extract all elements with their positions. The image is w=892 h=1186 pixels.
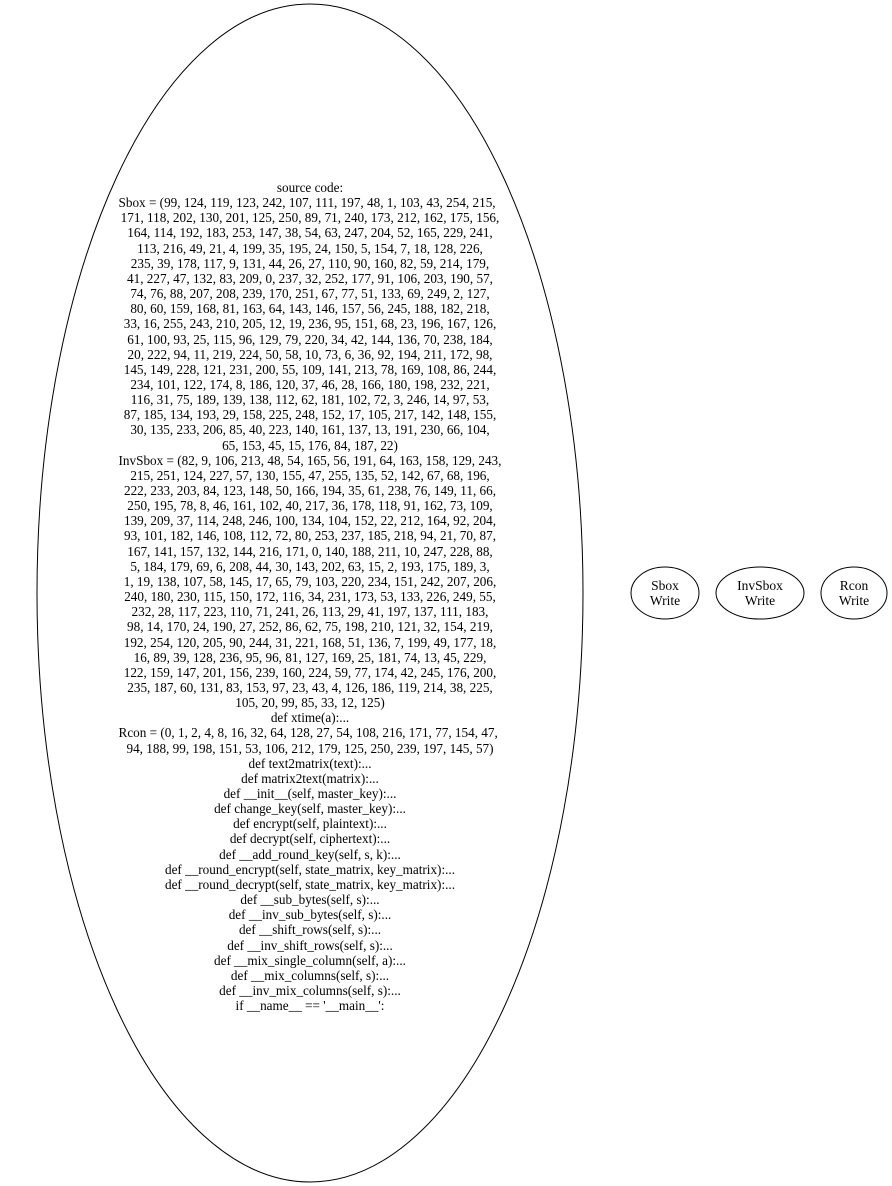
code-line: def __init__(self, master_key):... [223,786,397,801]
code-line: 94, 188, 99, 198, 151, 53, 106, 212, 179… [126,740,494,756]
code-line: 65, 153, 45, 15, 176, 84, 187, 22) [222,437,398,453]
code-line: if __name__ == '__main__': [235,998,385,1014]
code-line: def __mix_columns(self, s):... [230,967,390,983]
code-line: def matrix2text(matrix):... [241,770,379,786]
code-line: 20, 222, 94, 11, 219, 224, 50, 58, 10, 7… [127,346,493,362]
code-line: 87, 185, 134, 193, 29, 158, 225, 248, 15… [123,407,497,423]
code-line: 167, 141, 157, 132, 144, 216, 171, 0, 14… [127,543,493,559]
code-line: 145, 149, 228, 121, 231, 200, 55, 109, 1… [123,361,497,377]
code-line: def decrypt(self, ciphertext):... [229,831,391,847]
code-line: source code: [276,180,344,195]
code-line: 232, 28, 117, 223, 110, 71, 241, 26, 113… [131,604,489,620]
code-line: 164, 114, 192, 183, 253, 147, 38, 54, 63… [127,225,493,241]
code-line: 5, 184, 179, 69, 6, 208, 44, 30, 143, 20… [130,558,490,574]
code-line: 235, 39, 178, 117, 9, 131, 44, 26, 27, 1… [130,255,490,271]
code-line: 215, 251, 124, 227, 57, 130, 155, 47, 25… [130,467,490,483]
code-line: 234, 101, 122, 174, 8, 186, 120, 37, 46,… [130,376,490,392]
rcon-write-label-line2: Write [839,593,869,608]
code-line: def text2matrix(text):... [248,755,372,771]
rcon-write-label-line1: Rcon [840,578,869,593]
sbox-write-label-line2: Write [650,593,680,608]
code-line: 33, 16, 255, 243, 210, 205, 12, 19, 236,… [123,316,497,332]
code-line: 240, 180, 230, 115, 150, 172, 116, 34, 2… [124,589,496,605]
code-line: 98, 14, 170, 24, 190, 27, 252, 86, 62, 7… [127,619,493,635]
invsbox-write-label-line1: InvSbox [737,578,783,593]
code-line: 16, 89, 39, 128, 236, 95, 96, 81, 127, 1… [133,649,487,665]
code-line: def __inv_shift_rows(self, s):... [227,937,393,953]
code-line: def change_key(self, master_key):... [214,801,406,817]
code-line: def __mix_single_column(self, a):... [214,952,406,968]
code-line: 30, 135, 233, 206, 85, 40, 223, 140, 161… [130,422,490,438]
code-line: Rcon = (0, 1, 2, 4, 8, 16, 32, 64, 128, … [118,725,498,741]
sbox-write-label-line1: Sbox [651,578,679,593]
code-line: def __round_decrypt(self, state_matrix, … [164,876,456,892]
code-line: 250, 195, 78, 8, 46, 161, 102, 40, 217, … [127,498,493,514]
code-line: def xtime(a):... [270,710,350,726]
code-line: 80, 60, 159, 168, 81, 163, 64, 143, 146,… [130,301,490,317]
code-line: InvSbox = (82, 9, 106, 213, 48, 54, 165,… [118,452,502,468]
code-line: 105, 20, 99, 85, 33, 12, 125) [235,695,385,711]
code-line: Sbox = (99, 124, 119, 123, 242, 107, 111… [118,195,496,211]
code-line: def encrypt(self, plaintext):... [233,816,387,832]
code-line: 1, 19, 138, 107, 58, 145, 17, 65, 79, 10… [123,573,497,589]
code-line: def __sub_bytes(self, s):... [240,892,380,908]
code-line: 41, 227, 47, 132, 83, 209, 0, 237, 32, 2… [127,270,493,286]
code-line: 235, 187, 60, 131, 83, 153, 97, 23, 43, … [127,679,493,695]
code-line: 171, 118, 202, 130, 201, 125, 250, 89, 7… [120,210,500,226]
code-line: 93, 101, 182, 146, 108, 112, 72, 80, 253… [123,528,497,544]
code-line: 113, 216, 49, 21, 4, 199, 35, 195, 24, 1… [137,240,483,256]
side-node-invsbox-write[interactable]: InvSbox Write [715,566,805,620]
code-line: def __shift_rows(self, s):... [238,922,382,938]
invsbox-write-label-line2: Write [745,593,775,608]
side-node-rcon-write[interactable]: Rcon Write [820,566,888,620]
code-line: def __inv_sub_bytes(self, s):... [228,907,392,923]
code-line: def __add_round_key(self, s, k):... [219,846,401,862]
side-node-sbox-write[interactable]: Sbox Write [630,566,700,620]
code-line: 122, 159, 147, 201, 156, 239, 160, 224, … [123,664,497,680]
code-line: 222, 233, 203, 84, 123, 148, 50, 166, 19… [123,483,497,498]
code-line: 116, 31, 75, 189, 139, 138, 112, 62, 181… [130,392,490,408]
code-line: 61, 100, 93, 25, 115, 96, 129, 79, 220, … [127,331,493,347]
code-line: 139, 209, 37, 114, 248, 246, 100, 134, 1… [123,513,497,529]
code-line: def __round_encrypt(self, state_matrix, … [164,861,456,877]
code-line: def __inv_mix_columns(self, s):... [219,982,401,998]
code-line: 192, 254, 120, 205, 90, 244, 31, 221, 16… [123,634,497,650]
code-line: 74, 76, 88, 207, 208, 239, 170, 251, 67,… [130,286,490,302]
